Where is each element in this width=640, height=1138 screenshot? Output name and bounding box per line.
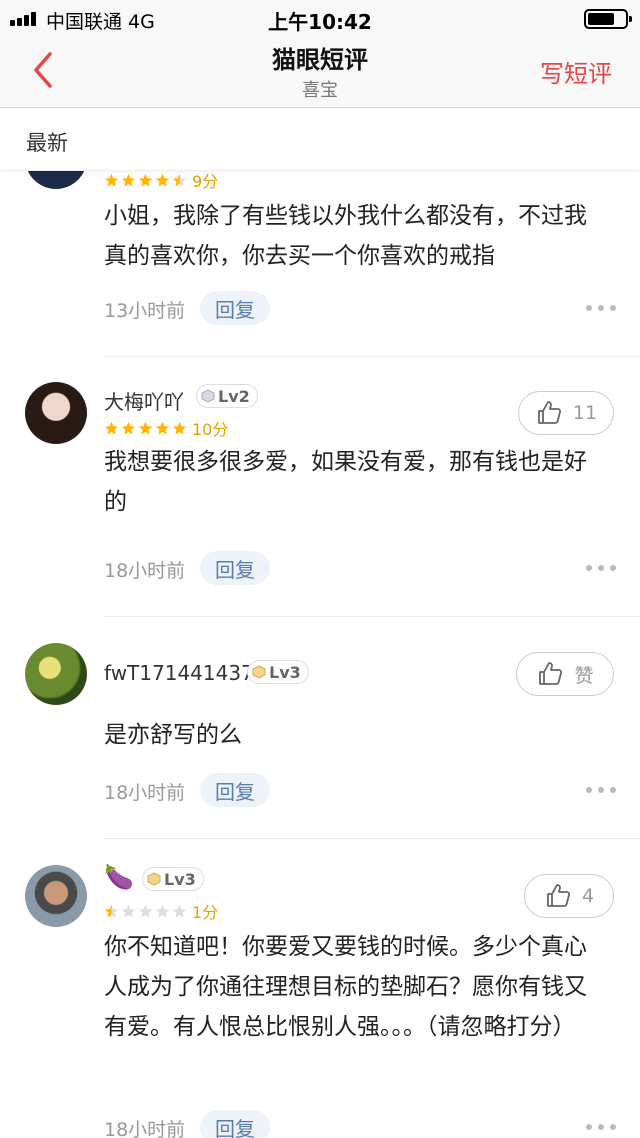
review-item: 🍆 Lv3 1分 4 你不知道吧！你要爱又要钱的时候。多少个真心人成为了你通往理… <box>0 839 640 1138</box>
sort-bar: 最新 <box>0 109 640 171</box>
rating-stars: 9分 <box>104 171 219 191</box>
more-options-icon[interactable] <box>586 563 616 573</box>
review-list[interactable]: 9分 小姐，我除了有些钱以外我什么都没有，不过我真的喜欢你，你去买一个你喜欢的戒… <box>0 171 640 1138</box>
like-label: 赞 <box>574 664 594 687</box>
avatar[interactable] <box>25 171 87 189</box>
username[interactable]: 🍆 <box>104 863 134 891</box>
review-item: fwT171441437 Lv3 赞 是亦舒写的么 18小时前 回复 <box>0 617 640 839</box>
avatar[interactable] <box>25 382 87 444</box>
sort-latest-tab[interactable]: 最新 <box>26 127 68 157</box>
battery-icon <box>584 9 632 29</box>
star-icon <box>155 173 170 186</box>
level-badge: Lv3 <box>247 660 309 684</box>
like-button[interactable]: 11 <box>518 391 614 435</box>
star-icon <box>155 904 170 917</box>
more-options-icon[interactable] <box>586 1122 616 1132</box>
cube-icon <box>252 665 266 679</box>
level-badge: Lv2 <box>196 384 258 408</box>
username[interactable]: fwT171441437 <box>104 661 254 685</box>
star-icon <box>121 421 136 434</box>
star-icon <box>138 904 153 917</box>
status-bar: 中国联通 4G 上午10:42 <box>0 0 640 36</box>
more-options-icon[interactable] <box>586 785 616 795</box>
reply-button[interactable]: 回复 <box>200 291 270 325</box>
rating-score: 1分 <box>192 903 219 922</box>
reply-button[interactable]: 回复 <box>200 551 270 585</box>
review-item: 大梅吖吖 Lv2 10分 11 我想要很多很多爱，如果没有爱，那有钱也是好的 1… <box>0 357 640 617</box>
star-icon <box>121 173 136 186</box>
star-icon <box>138 421 153 434</box>
star-icon <box>104 173 119 186</box>
avatar[interactable] <box>25 865 87 927</box>
like-button[interactable]: 4 <box>524 874 614 918</box>
review-time: 13小时前 <box>104 300 186 322</box>
level-label: Lv3 <box>164 869 196 889</box>
nav-bar: 猫眼短评 喜宝 写短评 <box>0 36 640 108</box>
star-icon <box>172 904 187 917</box>
review-time: 18小时前 <box>104 782 186 804</box>
star-icon <box>121 904 136 917</box>
level-badge: Lv3 <box>142 867 204 891</box>
cube-icon <box>201 389 215 403</box>
like-count: 4 <box>581 885 595 907</box>
review-content: 是亦舒写的么 <box>104 722 242 748</box>
review-content: 我想要很多很多爱，如果没有爱，那有钱也是好的 <box>104 449 587 515</box>
star-icon <box>172 421 187 434</box>
clock: 上午10:42 <box>268 10 372 34</box>
write-review-button[interactable]: 写短评 <box>540 54 612 89</box>
like-count: 11 <box>572 402 598 424</box>
star-icon <box>104 904 119 917</box>
rating-score: 9分 <box>192 172 219 191</box>
review-content: 你不知道吧！你要爱又要钱的时候。多少个真心人成为了你通往理想目标的垫脚石？愿你有… <box>104 934 587 1040</box>
rating-stars: 10分 <box>104 419 229 439</box>
level-label: Lv2 <box>218 386 250 406</box>
level-label: Lv3 <box>269 662 301 682</box>
rating-stars: 1分 <box>104 902 219 922</box>
star-icon <box>155 421 170 434</box>
avatar[interactable] <box>25 643 87 705</box>
rating-score: 10分 <box>192 420 229 439</box>
thumbs-up-icon <box>539 662 563 685</box>
review-content: 小姐，我除了有些钱以外我什么都没有，不过我真的喜欢你，你去买一个你喜欢的戒指 <box>104 203 587 269</box>
cube-icon <box>147 872 161 886</box>
review-item: 9分 小姐，我除了有些钱以外我什么都没有，不过我真的喜欢你，你去买一个你喜欢的戒… <box>0 171 640 357</box>
thumbs-up-icon <box>547 884 570 907</box>
username[interactable]: 大梅吖吖 <box>104 386 184 415</box>
review-time: 18小时前 <box>104 1119 186 1138</box>
reply-button[interactable]: 回复 <box>200 773 270 807</box>
star-icon <box>138 173 153 186</box>
more-options-icon[interactable] <box>586 303 616 313</box>
star-icon <box>172 173 187 186</box>
like-button[interactable]: 赞 <box>516 652 614 696</box>
review-time: 18小时前 <box>104 560 186 582</box>
reply-button[interactable]: 回复 <box>200 1110 270 1138</box>
thumbs-up-icon <box>538 401 561 424</box>
star-icon <box>104 421 119 434</box>
